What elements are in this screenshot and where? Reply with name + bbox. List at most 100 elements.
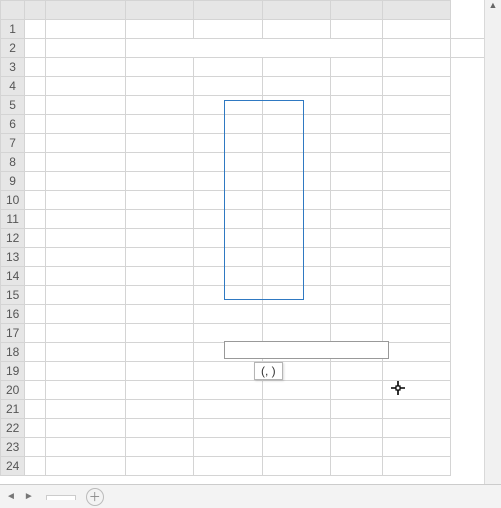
row-header-14[interactable]: 14 (1, 267, 25, 286)
cell-D5[interactable] (194, 96, 263, 115)
cell-G23[interactable] (382, 438, 451, 457)
col-header-G[interactable] (382, 1, 451, 20)
cell-A4[interactable] (25, 77, 46, 96)
cell-B17[interactable] (45, 324, 125, 343)
function-tooltip[interactable]: (, ) (254, 362, 283, 380)
cell-F7[interactable] (331, 134, 382, 153)
cell-B10[interactable] (45, 191, 125, 210)
cell-D21[interactable] (194, 400, 263, 419)
row-header-22[interactable]: 22 (1, 419, 25, 438)
cell-E12[interactable] (262, 229, 331, 248)
cell-F24[interactable] (331, 457, 382, 476)
cell-D11[interactable] (194, 210, 263, 229)
cell-E7[interactable] (262, 134, 331, 153)
row-header-12[interactable]: 12 (1, 229, 25, 248)
cell-A15[interactable] (25, 286, 46, 305)
cell-D15[interactable] (194, 286, 263, 305)
row-header-11[interactable]: 11 (1, 210, 25, 229)
cell-C1[interactable] (125, 20, 194, 39)
cell-F10[interactable] (331, 191, 382, 210)
add-sheet-button[interactable]: ＋ (86, 488, 104, 506)
cell-A19[interactable] (25, 362, 46, 381)
cell-A2[interactable] (25, 39, 46, 58)
cell-D9[interactable] (194, 172, 263, 191)
cell-C5[interactable] (125, 96, 194, 115)
cell-F6[interactable] (331, 115, 382, 134)
row-header-20[interactable]: 20 (1, 381, 25, 400)
cell-A1[interactable] (25, 20, 46, 39)
select-all-corner[interactable] (1, 1, 25, 20)
cell-A22[interactable] (25, 419, 46, 438)
cell-G19[interactable] (382, 362, 451, 381)
cell-C7[interactable] (125, 134, 194, 153)
cell-E2[interactable] (382, 39, 451, 58)
cell-A11[interactable] (25, 210, 46, 229)
cell-D10[interactable] (194, 191, 263, 210)
row-header-2[interactable]: 2 (1, 39, 25, 58)
row-header-17[interactable]: 17 (1, 324, 25, 343)
cell-B12[interactable] (45, 229, 125, 248)
cell-A17[interactable] (25, 324, 46, 343)
cell-B5[interactable] (45, 96, 125, 115)
cell-F15[interactable] (331, 286, 382, 305)
cell-E17[interactable] (262, 324, 331, 343)
cell-C23[interactable] (125, 438, 194, 457)
cell-D17[interactable] (194, 324, 263, 343)
cell-C19[interactable] (125, 362, 194, 381)
row-header-18[interactable]: 18 (1, 343, 25, 362)
cell-F14[interactable] (331, 267, 382, 286)
cell-A23[interactable] (25, 438, 46, 457)
cell-D19[interactable] (194, 362, 263, 381)
cell-E23[interactable] (262, 438, 331, 457)
cell-G10[interactable] (382, 191, 451, 210)
row-header-16[interactable]: 16 (1, 305, 25, 324)
spreadsheet-grid[interactable]: 123456789101112131415161718192021222324 (0, 0, 501, 476)
cell-F17[interactable] (331, 324, 382, 343)
cell-E14[interactable] (262, 267, 331, 286)
cell-G15[interactable] (382, 286, 451, 305)
cell-E21[interactable] (262, 400, 331, 419)
cell-E10[interactable] (262, 191, 331, 210)
cell-E22[interactable] (262, 419, 331, 438)
cell-B19[interactable] (45, 362, 125, 381)
cell-F22[interactable] (331, 419, 382, 438)
cell-F5[interactable] (331, 96, 382, 115)
cell-G11[interactable] (382, 210, 451, 229)
cell-B9[interactable] (45, 172, 125, 191)
cell-D13[interactable] (194, 248, 263, 267)
row-header-3[interactable]: 3 (1, 58, 25, 77)
cell-B15[interactable] (45, 286, 125, 305)
cell-B3[interactable] (45, 58, 125, 77)
col-header-E[interactable] (262, 1, 331, 20)
cell-D23[interactable] (194, 438, 263, 457)
row-header-19[interactable]: 19 (1, 362, 25, 381)
cell-A18[interactable] (25, 343, 46, 362)
cell-G18[interactable] (382, 343, 451, 362)
cell-G12[interactable] (382, 229, 451, 248)
row-header-23[interactable]: 23 (1, 438, 25, 457)
cell-B14[interactable] (45, 267, 125, 286)
row-header-8[interactable]: 8 (1, 153, 25, 172)
cell-B20[interactable] (45, 381, 125, 400)
row-header-7[interactable]: 7 (1, 134, 25, 153)
cell-G13[interactable] (382, 248, 451, 267)
cell-F20[interactable] (331, 381, 382, 400)
cell-C6[interactable] (125, 115, 194, 134)
cell-C10[interactable] (125, 191, 194, 210)
col-header-D[interactable] (194, 1, 263, 20)
cell-C16[interactable] (125, 305, 194, 324)
cell-C3[interactable] (125, 58, 194, 77)
cell-E24[interactable] (262, 457, 331, 476)
cell-C15[interactable] (125, 286, 194, 305)
cell-C22[interactable] (125, 419, 194, 438)
cell-B7[interactable] (45, 134, 125, 153)
cell-A9[interactable] (25, 172, 46, 191)
row-header-10[interactable]: 10 (1, 191, 25, 210)
cell-A5[interactable] (25, 96, 46, 115)
cell-A12[interactable] (25, 229, 46, 248)
cell-F8[interactable] (331, 153, 382, 172)
cell-B8[interactable] (45, 153, 125, 172)
cell-E8[interactable] (262, 153, 331, 172)
tab-nav-prev-icon[interactable]: ◄ (6, 491, 16, 502)
cell-G4[interactable] (382, 77, 451, 96)
